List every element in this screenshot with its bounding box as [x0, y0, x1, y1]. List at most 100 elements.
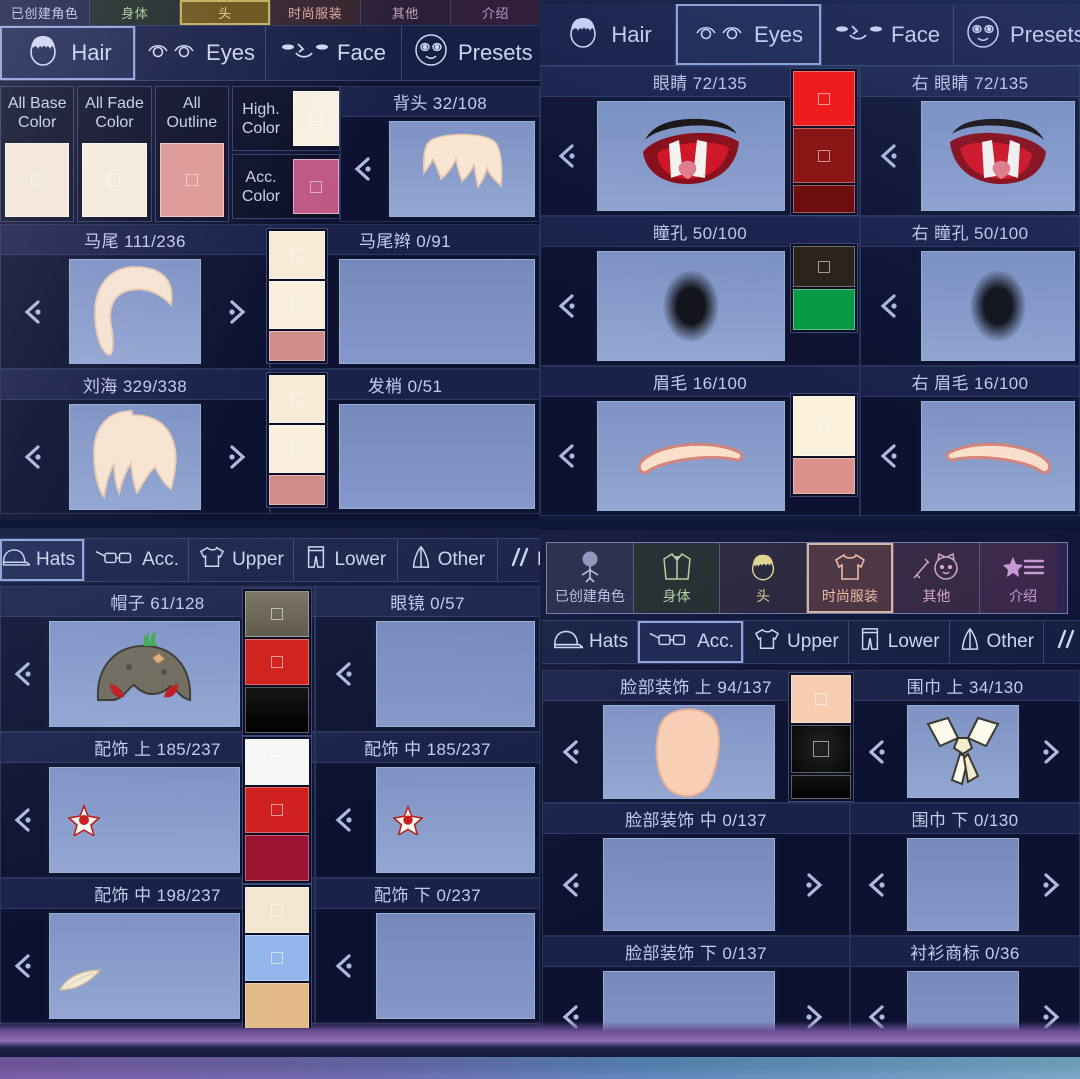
tab-acc[interactable]: Acc. — [85, 539, 190, 581]
prev-button[interactable] — [1, 400, 65, 513]
item-preview[interactable] — [389, 121, 535, 217]
item-preview[interactable] — [921, 101, 1075, 211]
item-preview[interactable] — [376, 621, 535, 727]
next-button[interactable] — [205, 255, 269, 368]
prev-button[interactable] — [1, 617, 45, 731]
swatch-base[interactable] — [791, 675, 851, 723]
color-chip[interactable] — [159, 143, 224, 217]
item-preview[interactable] — [376, 767, 535, 873]
main-tab-body[interactable]: 身体 — [90, 0, 181, 25]
item-preview[interactable] — [597, 101, 785, 211]
tab-eyes[interactable]: Eyes — [136, 26, 266, 80]
item-preview[interactable] — [603, 705, 775, 799]
item-preview[interactable] — [69, 404, 201, 510]
swatch-fade[interactable] — [269, 281, 325, 329]
swatch-fade[interactable] — [791, 725, 851, 773]
swatch-outline[interactable] — [245, 835, 309, 881]
highlight-color-swatch[interactable]: High. Color — [231, 86, 340, 151]
all-fade-color-swatch[interactable]: All Fade Color — [77, 86, 152, 222]
swatch-outline[interactable] — [791, 775, 851, 799]
main-tab-intro[interactable]: 介绍 — [980, 543, 1068, 613]
swatch-base[interactable] — [269, 231, 325, 279]
tab-upper[interactable]: Upper — [744, 621, 849, 663]
prev-button[interactable] — [541, 97, 593, 215]
item-preview[interactable] — [69, 259, 201, 364]
swatch-base[interactable] — [245, 591, 309, 637]
prev-button[interactable] — [543, 701, 599, 802]
prev-button[interactable] — [541, 247, 593, 365]
item-preview[interactable] — [921, 401, 1075, 511]
swatch-outline[interactable] — [269, 331, 325, 361]
prev-button[interactable] — [543, 834, 599, 935]
swatch-base[interactable] — [269, 375, 325, 423]
main-tab-intro[interactable]: 介绍 — [450, 0, 540, 25]
color-chip[interactable] — [292, 159, 339, 214]
swatch-fade[interactable] — [245, 787, 309, 833]
item-preview[interactable] — [603, 838, 775, 931]
color-chip[interactable] — [292, 91, 339, 146]
swatch-outline[interactable] — [793, 185, 855, 213]
tab-eyes[interactable]: Eyes — [676, 4, 822, 65]
tab-other[interactable]: Other — [398, 539, 498, 581]
tab-upper[interactable]: Upper — [189, 539, 294, 581]
tab-extra[interactable]: Extra — [1044, 621, 1080, 663]
swatch-fade[interactable] — [793, 289, 855, 330]
next-button[interactable] — [779, 834, 849, 935]
prev-button[interactable] — [341, 117, 385, 221]
tab-hair[interactable]: Hair — [540, 4, 676, 65]
swatch-fade[interactable] — [793, 128, 855, 183]
prev-button[interactable] — [861, 97, 917, 215]
swatch-base[interactable] — [793, 246, 855, 287]
item-preview[interactable] — [921, 251, 1075, 361]
all-base-color-swatch[interactable]: All Base Color — [0, 86, 75, 222]
tab-hats[interactable]: Hats — [542, 621, 639, 663]
item-preview[interactable] — [49, 767, 240, 873]
tab-hats[interactable]: Hats — [0, 539, 86, 581]
accent-color-swatch[interactable]: Acc. Color — [231, 154, 340, 219]
swatch-base[interactable] — [793, 71, 855, 126]
all-outline-color-swatch[interactable]: All Outline — [154, 86, 229, 222]
prev-button[interactable] — [1, 909, 45, 1023]
main-tab-head[interactable]: 头 — [180, 0, 271, 25]
swatch-outline[interactable] — [245, 687, 309, 733]
main-tab-body[interactable]: 身体 — [633, 543, 721, 613]
swatch-fade[interactable] — [269, 425, 325, 473]
item-preview[interactable] — [339, 404, 535, 509]
tab-lower[interactable]: Lower — [294, 539, 398, 581]
color-chip[interactable] — [82, 143, 147, 217]
prev-button[interactable] — [861, 397, 917, 515]
swatch-base[interactable] — [793, 396, 855, 456]
item-preview[interactable] — [597, 401, 785, 511]
tab-face[interactable]: Face — [822, 4, 954, 65]
prev-button[interactable] — [316, 763, 372, 877]
prev-button[interactable] — [541, 397, 593, 515]
item-preview[interactable] — [597, 251, 785, 361]
prev-button[interactable] — [316, 909, 372, 1023]
prev-button[interactable] — [316, 617, 372, 731]
tab-acc[interactable]: Acc. — [638, 621, 745, 663]
tab-extra[interactable]: Extra — [498, 539, 540, 581]
next-button[interactable] — [205, 400, 269, 513]
swatch-outline[interactable] — [793, 458, 855, 494]
prev-button[interactable] — [1, 255, 65, 368]
swatch-base[interactable] — [245, 887, 309, 933]
color-chip[interactable] — [5, 143, 70, 217]
next-button[interactable] — [1023, 834, 1079, 935]
swatch-outline[interactable] — [245, 983, 309, 1028]
prev-button[interactable] — [1, 763, 45, 877]
main-tab-other[interactable]: 其他 — [893, 543, 981, 613]
swatch-fade[interactable] — [245, 935, 309, 981]
main-tab-fashion[interactable]: 时尚服装 — [270, 0, 361, 25]
item-preview[interactable] — [907, 838, 1019, 931]
main-tab-other[interactable]: 其他 — [360, 0, 451, 25]
item-preview[interactable] — [49, 913, 240, 1019]
item-preview[interactable] — [49, 621, 240, 727]
prev-button[interactable] — [851, 834, 903, 935]
main-tab-head[interactable]: 头 — [720, 543, 808, 613]
item-preview[interactable] — [339, 259, 535, 364]
tab-other[interactable]: Other — [950, 621, 1045, 663]
next-button[interactable] — [1023, 701, 1079, 802]
swatch-fade[interactable] — [245, 639, 309, 685]
prev-button[interactable] — [861, 247, 917, 365]
item-preview[interactable] — [376, 913, 535, 1019]
